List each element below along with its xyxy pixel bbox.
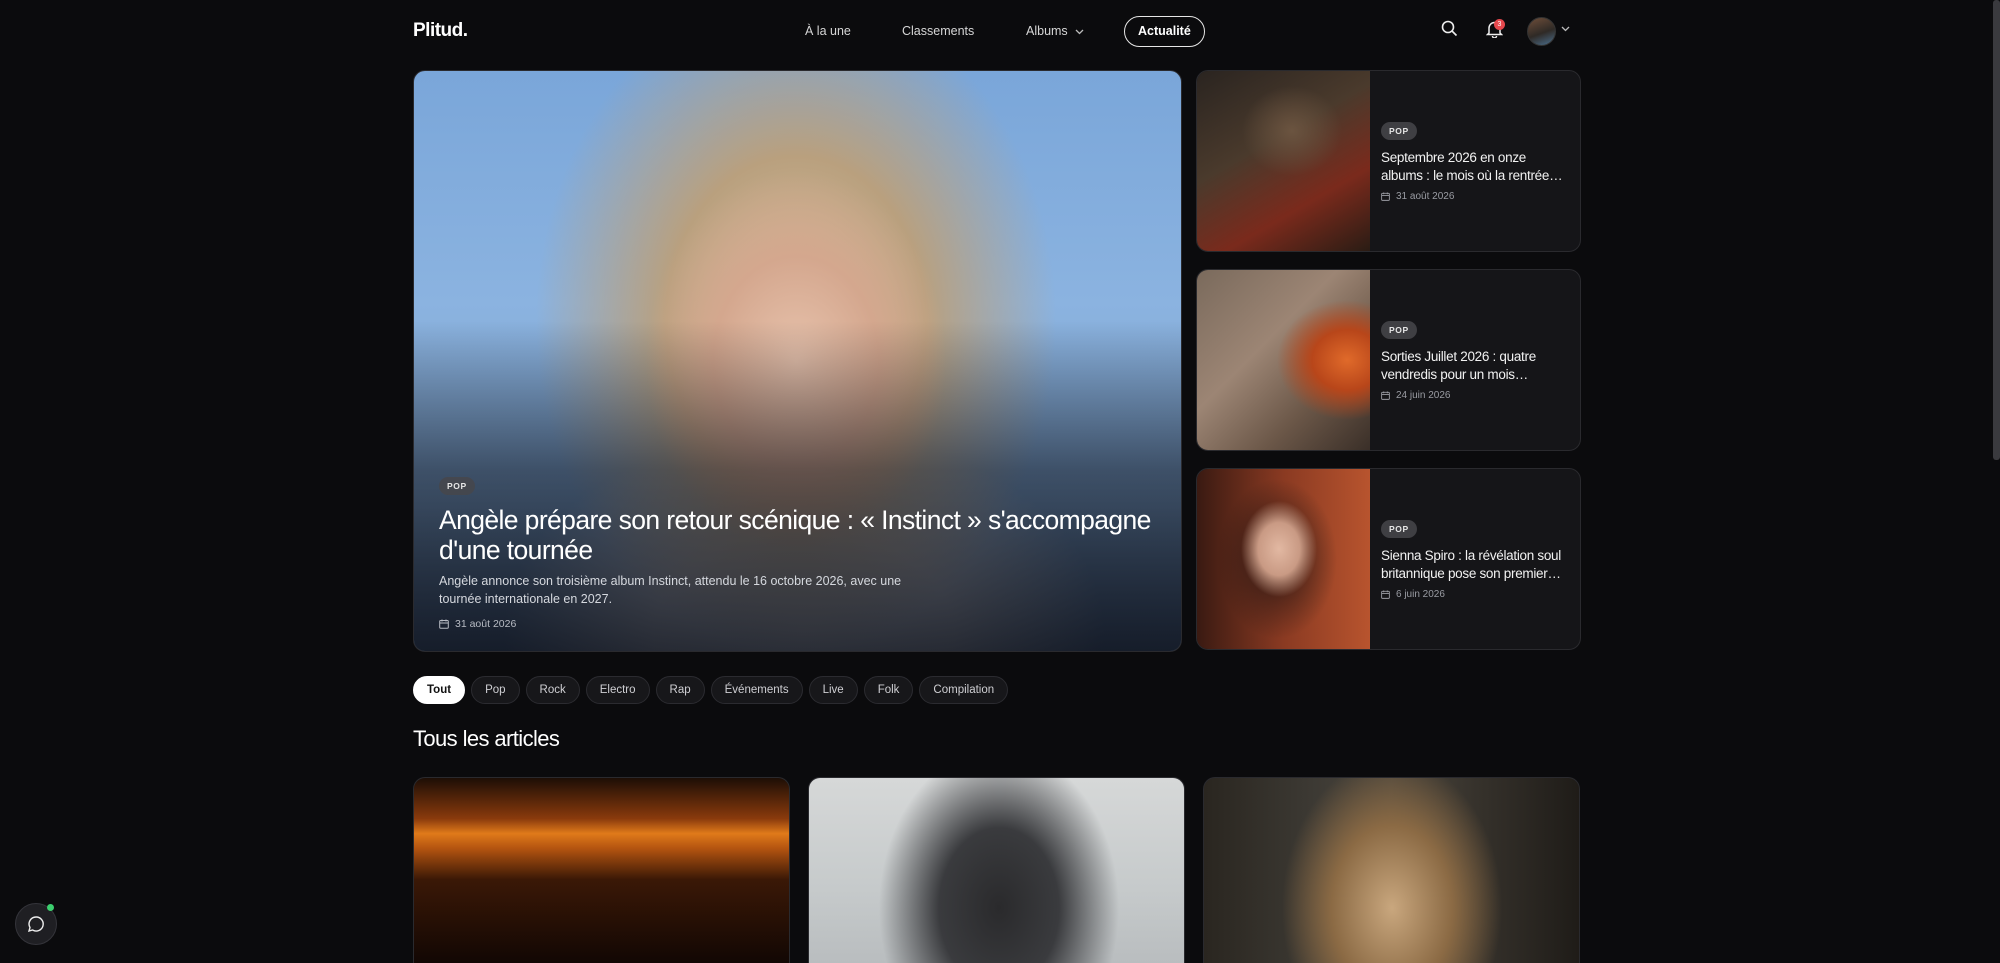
- side-article-image: [1197, 270, 1370, 450]
- nav-classements[interactable]: Classements: [902, 16, 974, 46]
- hero-content: POP Angèle prépare son retour scénique :…: [439, 476, 1159, 630]
- side-article-date-text: 24 juin 2026: [1396, 390, 1451, 401]
- filter-chip-pop[interactable]: Pop: [471, 676, 520, 704]
- filter-chip-compilation[interactable]: Compilation: [919, 676, 1009, 704]
- avatar[interactable]: [1527, 17, 1556, 46]
- calendar-icon: [439, 619, 449, 629]
- side-article-image: [1197, 71, 1370, 251]
- filter-chip-evenements[interactable]: Événements: [710, 676, 803, 704]
- nav-albums-label: Albums: [1026, 24, 1068, 38]
- filter-chip-live[interactable]: Live: [808, 676, 858, 704]
- side-article-text: POP Sorties Juillet 2026 : quatre vendre…: [1381, 320, 1566, 401]
- online-status-dot: [47, 904, 54, 911]
- nav-albums[interactable]: Albums: [1026, 16, 1084, 46]
- hero-date: 31 août 2026: [439, 618, 1159, 630]
- article-card[interactable]: [1203, 777, 1580, 963]
- side-article-title[interactable]: Septembre 2026 en onze albums : le mois …: [1381, 149, 1566, 184]
- notification-badge: 3: [1494, 19, 1505, 30]
- side-article-date-text: 31 août 2026: [1396, 191, 1455, 202]
- nav-actualite[interactable]: Actualité: [1124, 16, 1205, 47]
- filter-chip-rap[interactable]: Rap: [655, 676, 705, 704]
- hero-tag[interactable]: POP: [439, 477, 475, 495]
- category-filters: Tout Pop Rock Electro Rap Événements Liv…: [413, 676, 1009, 704]
- side-article-tag[interactable]: POP: [1381, 321, 1417, 339]
- side-article-date: 6 juin 2026: [1381, 589, 1566, 600]
- side-article-image: [1197, 469, 1370, 649]
- article-card[interactable]: [808, 777, 1185, 963]
- page-scrollbar[interactable]: [1993, 0, 2000, 460]
- hero-description: Angèle annonce son troisième album Insti…: [439, 574, 902, 606]
- calendar-icon: [1381, 391, 1390, 400]
- filter-chip-rock[interactable]: Rock: [525, 676, 580, 704]
- side-article-card[interactable]: POP Sienna Spiro : la révélation soul br…: [1196, 468, 1581, 650]
- side-article-tag[interactable]: POP: [1381, 520, 1417, 538]
- calendar-icon: [1381, 590, 1390, 599]
- side-article-card[interactable]: POP Septembre 2026 en onze albums : le m…: [1196, 70, 1581, 252]
- side-article-card[interactable]: POP Sorties Juillet 2026 : quatre vendre…: [1196, 269, 1581, 451]
- search-icon[interactable]: [1441, 20, 1458, 37]
- hero-article[interactable]: POP Angèle prépare son retour scénique :…: [413, 70, 1182, 652]
- main-nav: À la une Classements Albums Actualité: [0, 16, 2000, 47]
- calendar-icon: [1381, 192, 1390, 201]
- chevron-down-icon[interactable]: [1561, 26, 1570, 32]
- hero-date-text: 31 août 2026: [455, 618, 517, 630]
- side-article-text: POP Sienna Spiro : la révélation soul br…: [1381, 519, 1566, 600]
- chat-bubble-icon: [27, 916, 44, 933]
- side-article-date: 24 juin 2026: [1381, 390, 1566, 401]
- side-article-date-text: 6 juin 2026: [1396, 589, 1445, 600]
- chevron-down-icon: [1075, 29, 1084, 35]
- side-article-tag[interactable]: POP: [1381, 122, 1417, 140]
- filter-chip-tout[interactable]: Tout: [413, 676, 466, 704]
- article-card[interactable]: [413, 777, 790, 963]
- side-article-title[interactable]: Sorties Juillet 2026 : quatre vendredis …: [1381, 348, 1566, 383]
- filter-chip-electro[interactable]: Electro: [585, 676, 650, 704]
- side-article-date: 31 août 2026: [1381, 191, 1566, 202]
- section-title: Tous les articles: [413, 726, 560, 751]
- hero-title[interactable]: Angèle prépare son retour scénique : « I…: [439, 505, 1159, 565]
- top-header: Plitud. À la une Classements Albums Actu…: [0, 0, 2000, 62]
- side-article-title[interactable]: Sienna Spiro : la révélation soul britan…: [1381, 547, 1566, 582]
- side-article-text: POP Septembre 2026 en onze albums : le m…: [1381, 121, 1566, 202]
- nav-a-la-une[interactable]: À la une: [805, 16, 851, 46]
- filter-chip-folk[interactable]: Folk: [863, 676, 914, 704]
